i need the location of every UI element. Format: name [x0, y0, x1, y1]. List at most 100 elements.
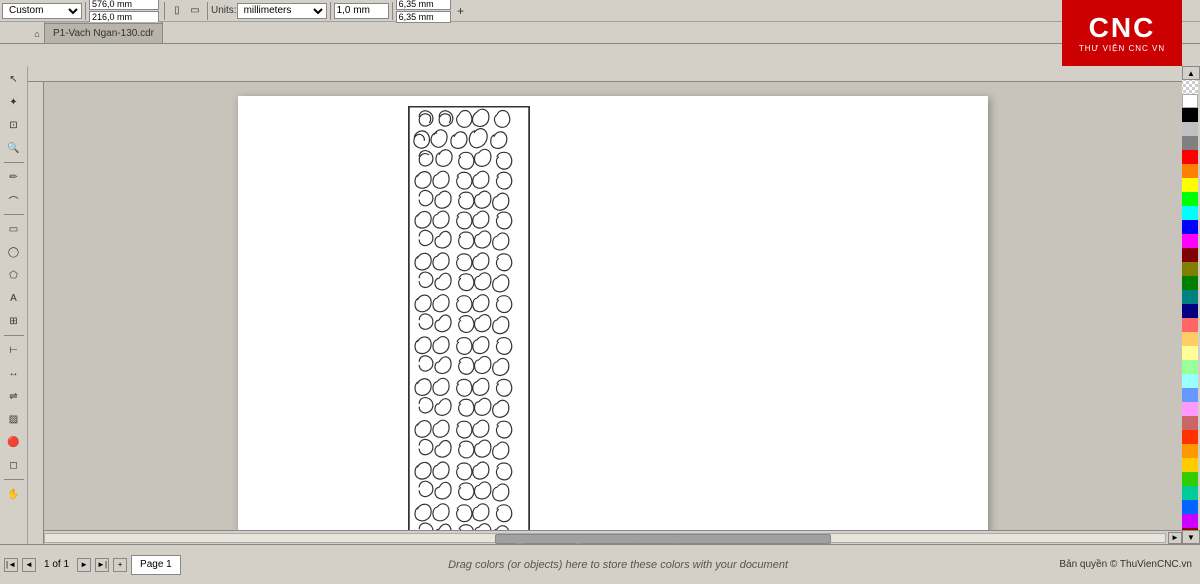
- rect-tool[interactable]: ▭: [3, 218, 25, 240]
- parallel-tool[interactable]: ⊢: [3, 339, 25, 361]
- color-swatch-30[interactable]: [1182, 514, 1198, 528]
- tool-separator3: [4, 335, 24, 336]
- freehand-tool[interactable]: ✏: [3, 166, 25, 188]
- page-add-btn[interactable]: +: [113, 558, 127, 572]
- ruler-top-canvas: [28, 66, 1182, 81]
- color-swatch-1[interactable]: [1182, 108, 1198, 122]
- tool-separator4: [4, 479, 24, 480]
- ruler-left-canvas: [28, 82, 43, 544]
- tab-10[interactable]: P1-Vach Ngan-130.cdr: [44, 23, 163, 43]
- units-dropdown[interactable]: millimeters: [237, 3, 327, 19]
- dropper-tool[interactable]: 🔴: [3, 431, 25, 453]
- width-input[interactable]: [89, 0, 159, 10]
- color-swatch-20[interactable]: [1182, 374, 1198, 388]
- color-swatch-26[interactable]: [1182, 458, 1198, 472]
- page-first-btn[interactable]: |◄: [4, 558, 18, 572]
- scrollbar-track-h[interactable]: [44, 533, 1166, 543]
- swirl-svg: [409, 107, 529, 544]
- color-swatch-7[interactable]: [1182, 192, 1198, 206]
- dupe-h-input[interactable]: [396, 0, 451, 10]
- connector-tool[interactable]: ↔: [3, 362, 25, 384]
- canvas-container[interactable]: ThuVienCNC.vn: [44, 66, 1182, 544]
- color-swatch-10[interactable]: [1182, 234, 1198, 248]
- scrollbar-thumb-h[interactable]: [495, 534, 831, 544]
- coordinate-display: Bản quyền © ThuVienCNC.vn: [1051, 559, 1200, 570]
- zoom-tool[interactable]: 🔍: [3, 137, 25, 159]
- fill-tool[interactable]: ▨: [3, 408, 25, 430]
- status-center: Drag colors (or objects) here to store t…: [185, 559, 1052, 571]
- palette-scroll-up[interactable]: ▲: [1182, 66, 1200, 80]
- smartdraw-tool[interactable]: ⌒: [3, 189, 25, 211]
- eraser-tool[interactable]: ◻: [3, 454, 25, 476]
- color-list: [1182, 80, 1200, 530]
- color-swatch-2[interactable]: [1182, 122, 1198, 136]
- main-area: ThuVienCNC.vn: [44, 66, 1182, 544]
- plus-btn[interactable]: +: [453, 3, 469, 19]
- color-swatch-18[interactable]: [1182, 346, 1198, 360]
- separator4: [330, 2, 331, 20]
- portrait-btn[interactable]: ▯: [168, 2, 186, 20]
- color-swatch-25[interactable]: [1182, 444, 1198, 458]
- color-swatch-5[interactable]: [1182, 164, 1198, 178]
- text-tool[interactable]: A: [3, 287, 25, 309]
- node-tool[interactable]: ✦: [3, 91, 25, 113]
- color-swatch-14[interactable]: [1182, 290, 1198, 304]
- color-swatch-15[interactable]: [1182, 304, 1198, 318]
- tool-separator2: [4, 214, 24, 215]
- polygon-tool[interactable]: ⬠: [3, 264, 25, 286]
- home-btn[interactable]: ⌂: [30, 25, 44, 43]
- pan-tool[interactable]: ✋: [3, 483, 25, 505]
- table-tool[interactable]: ⊞: [3, 310, 25, 332]
- logo-area: CNC THƯ VIỆN CNC VN: [1062, 0, 1182, 66]
- separator3: [207, 2, 208, 20]
- ellipse-tool[interactable]: ◯: [3, 241, 25, 263]
- color-swatch-24[interactable]: [1182, 430, 1198, 444]
- color-swatch-11[interactable]: [1182, 248, 1198, 262]
- color-swatch-6[interactable]: [1182, 178, 1198, 192]
- color-swatch-29[interactable]: [1182, 500, 1198, 514]
- status-left: |◄ ◄ 1 of 1 ► ►| + Page 1: [0, 555, 185, 575]
- color-swatch-4[interactable]: [1182, 150, 1198, 164]
- page-next-btn[interactable]: ►: [77, 558, 91, 572]
- design-panel: [408, 106, 530, 544]
- color-swatch-23[interactable]: [1182, 416, 1198, 430]
- tabs-row: ⌂ Welcome ScreenP1-Vach Ngan-121.cdrP1-V…: [0, 22, 1200, 44]
- separator2: [164, 2, 165, 20]
- color-swatch-28[interactable]: [1182, 486, 1198, 500]
- color-swatch-16[interactable]: [1182, 318, 1198, 332]
- page-last-btn[interactable]: ►|: [95, 558, 109, 572]
- separator1: [85, 2, 86, 20]
- scroll-right-btn[interactable]: ►: [1168, 532, 1182, 544]
- color-swatch-19[interactable]: [1182, 360, 1198, 374]
- color-swatch-17[interactable]: [1182, 332, 1198, 346]
- page-name-box[interactable]: Page 1: [131, 555, 181, 575]
- landscape-btn[interactable]: ▭: [186, 2, 204, 20]
- dupe-v-input[interactable]: [396, 11, 451, 23]
- page-canvas: ThuVienCNC.vn: [238, 96, 988, 544]
- color-swatch-27[interactable]: [1182, 472, 1198, 486]
- copyright-text: Bản quyền © ThuVienCNC.vn: [1059, 559, 1192, 570]
- left-toolbar: ↖ ✦ ⊡ 🔍 ✏ ⌒ ▭ ◯ ⬠ A ⊞ ⊢ ↔ ⇌ ▨ 🔴 ◻ ✋: [0, 66, 28, 544]
- color-swatch-8[interactable]: [1182, 206, 1198, 220]
- color-swatch-12[interactable]: [1182, 262, 1198, 276]
- palette-scroll-down[interactable]: ▼: [1182, 530, 1200, 544]
- select-tool[interactable]: ↖: [3, 68, 25, 90]
- tool-separator1: [4, 162, 24, 163]
- color-swatch-9[interactable]: [1182, 220, 1198, 234]
- crop-tool[interactable]: ⊡: [3, 114, 25, 136]
- color-swatch-transparent[interactable]: [1182, 80, 1198, 94]
- scrollbar-h: ◄ ►: [28, 530, 1182, 544]
- page-indicator: 1 of 1: [40, 559, 73, 570]
- color-swatch-22[interactable]: [1182, 402, 1198, 416]
- preset-dropdown[interactable]: Custom: [2, 3, 82, 19]
- tabs-container: Welcome ScreenP1-Vach Ngan-121.cdrP1-Vac…: [44, 22, 164, 43]
- color-swatch-3[interactable]: [1182, 136, 1198, 150]
- page-prev-btn[interactable]: ◄: [22, 558, 36, 572]
- ruler-top: [28, 66, 1182, 82]
- color-swatch-0[interactable]: [1182, 94, 1198, 108]
- color-swatch-13[interactable]: [1182, 276, 1198, 290]
- color-swatch-21[interactable]: [1182, 388, 1198, 402]
- blend-tool[interactable]: ⇌: [3, 385, 25, 407]
- nudge-input[interactable]: [334, 3, 389, 19]
- logo-main: CNC: [1089, 14, 1156, 42]
